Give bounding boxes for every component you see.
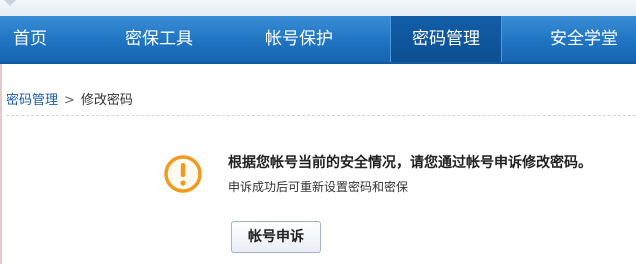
divider xyxy=(6,115,636,116)
warning-icon xyxy=(164,155,202,193)
nav-item-password-management[interactable]: 密码管理 xyxy=(390,16,502,62)
main-nav: 首页 密保工具 帐号保护 密码管理 安全学堂 xyxy=(0,16,636,64)
breadcrumb-separator: > xyxy=(64,93,75,108)
notice-subtitle: 申诉成功后可重新设置密码和密保 xyxy=(228,180,409,194)
corner-arrow-icon xyxy=(4,0,16,6)
notice-title: 根据您帐号当前的安全情况，请您通过帐号申诉修改密码。 xyxy=(228,155,592,171)
breadcrumb-current: 修改密码 xyxy=(80,93,133,108)
left-border xyxy=(0,64,2,264)
nav-item-security-school[interactable]: 安全学堂 xyxy=(525,16,636,62)
nav-item-home[interactable]: 首页 xyxy=(0,16,60,62)
breadcrumb-parent-link[interactable]: 密码管理 xyxy=(6,93,58,108)
nav-item-account-protection[interactable]: 帐号保护 xyxy=(240,16,358,62)
top-strip xyxy=(0,0,636,16)
nav-item-security-tools[interactable]: 密保工具 xyxy=(100,16,218,62)
account-appeal-button[interactable]: 帐号申诉 xyxy=(231,221,321,253)
breadcrumb: 密码管理 > 修改密码 xyxy=(6,89,133,108)
